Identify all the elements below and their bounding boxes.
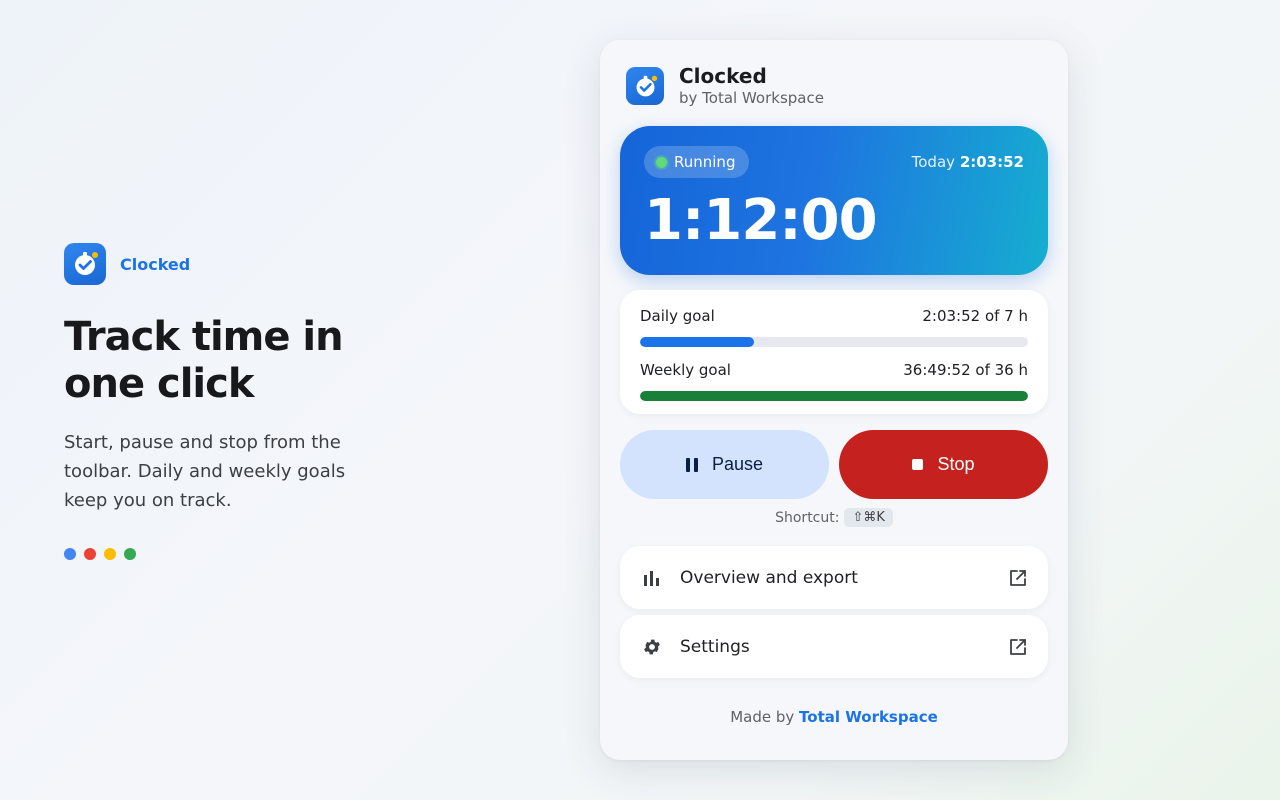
- settings-label: Settings: [680, 636, 750, 657]
- stop-button[interactable]: Stop: [839, 430, 1048, 499]
- external-link-icon: [1008, 637, 1028, 657]
- dot-yellow: [104, 548, 116, 560]
- brand-name: Clocked: [120, 254, 191, 274]
- headline-line-2: one click: [64, 361, 254, 407]
- weekly-goal-label: Weekly goal: [640, 361, 731, 379]
- weekly-goal-value: 36:49:52 of 36 h: [903, 361, 1028, 379]
- settings-link[interactable]: Settings: [620, 615, 1048, 678]
- app-logo-icon: [626, 67, 664, 105]
- timer-card: Running Today 2:03:52 1:12:00: [620, 126, 1048, 275]
- dot-red: [84, 548, 96, 560]
- popup-subtitle: by Total Workspace: [679, 89, 824, 107]
- overview-export-label: Overview and export: [680, 567, 858, 588]
- headline: Track time in one click: [64, 314, 404, 408]
- dot-blue: [64, 548, 76, 560]
- bar-chart-icon: [642, 568, 662, 588]
- color-dots: [64, 548, 404, 560]
- weekly-goal-progress-fill: [640, 391, 1028, 401]
- extension-popup: Clocked by Total Workspace Running Today…: [600, 40, 1068, 760]
- timer-controls: Pause Stop: [620, 430, 1048, 499]
- status-label: Running: [674, 153, 736, 171]
- external-link-icon: [1008, 568, 1028, 588]
- goals-card: Daily goal 2:03:52 of 7 h Weekly goal 36…: [620, 290, 1048, 414]
- weekly-goal-progress-bar: [640, 391, 1028, 401]
- popup-footer: Made by Total Workspace: [600, 708, 1068, 726]
- brand: Clocked: [64, 243, 404, 285]
- status-badge: Running: [644, 146, 750, 178]
- elapsed-time: 1:12:00: [644, 188, 878, 253]
- stop-icon: [912, 459, 924, 470]
- running-dot-icon: [656, 156, 667, 168]
- pause-label: Pause: [711, 454, 764, 474]
- footer-prefix: Made by: [730, 708, 795, 726]
- app-logo-icon: [64, 243, 106, 285]
- shortcut-keys: ⇧⌘K: [844, 508, 893, 527]
- daily-goal-progress-fill: [640, 337, 755, 347]
- promo-section: Clocked Track time in one click Start, p…: [64, 243, 404, 560]
- total-workspace-link[interactable]: Total Workspace: [799, 708, 938, 726]
- promo-description: Start, pause and stop from the toolbar. …: [64, 432, 346, 511]
- shortcut-hint: Shortcut: ⇧⌘K: [600, 508, 1068, 527]
- shortcut-label: Shortcut:: [775, 509, 840, 526]
- weekly-goal: Weekly goal 36:49:52 of 36 h: [640, 361, 1028, 401]
- headline-line-1: Track time in: [64, 314, 344, 360]
- popup-title: Clocked: [679, 64, 767, 88]
- today-total: Today 2:03:52: [912, 153, 1024, 171]
- gear-icon: [642, 637, 662, 657]
- daily-goal-progress-bar: [640, 337, 1028, 347]
- stop-label: Stop: [937, 454, 975, 474]
- pause-button[interactable]: Pause: [620, 430, 829, 499]
- dot-green: [124, 548, 136, 560]
- overview-export-link[interactable]: Overview and export: [620, 546, 1048, 609]
- daily-goal-label: Daily goal: [640, 307, 715, 325]
- popup-header: Clocked by Total Workspace: [626, 64, 824, 108]
- today-value: 2:03:52: [959, 153, 1024, 171]
- daily-goal: Daily goal 2:03:52 of 7 h: [640, 307, 1028, 347]
- daily-goal-value: 2:03:52 of 7 h: [922, 307, 1028, 325]
- today-label: Today: [911, 153, 956, 171]
- pause-icon: [685, 457, 698, 472]
